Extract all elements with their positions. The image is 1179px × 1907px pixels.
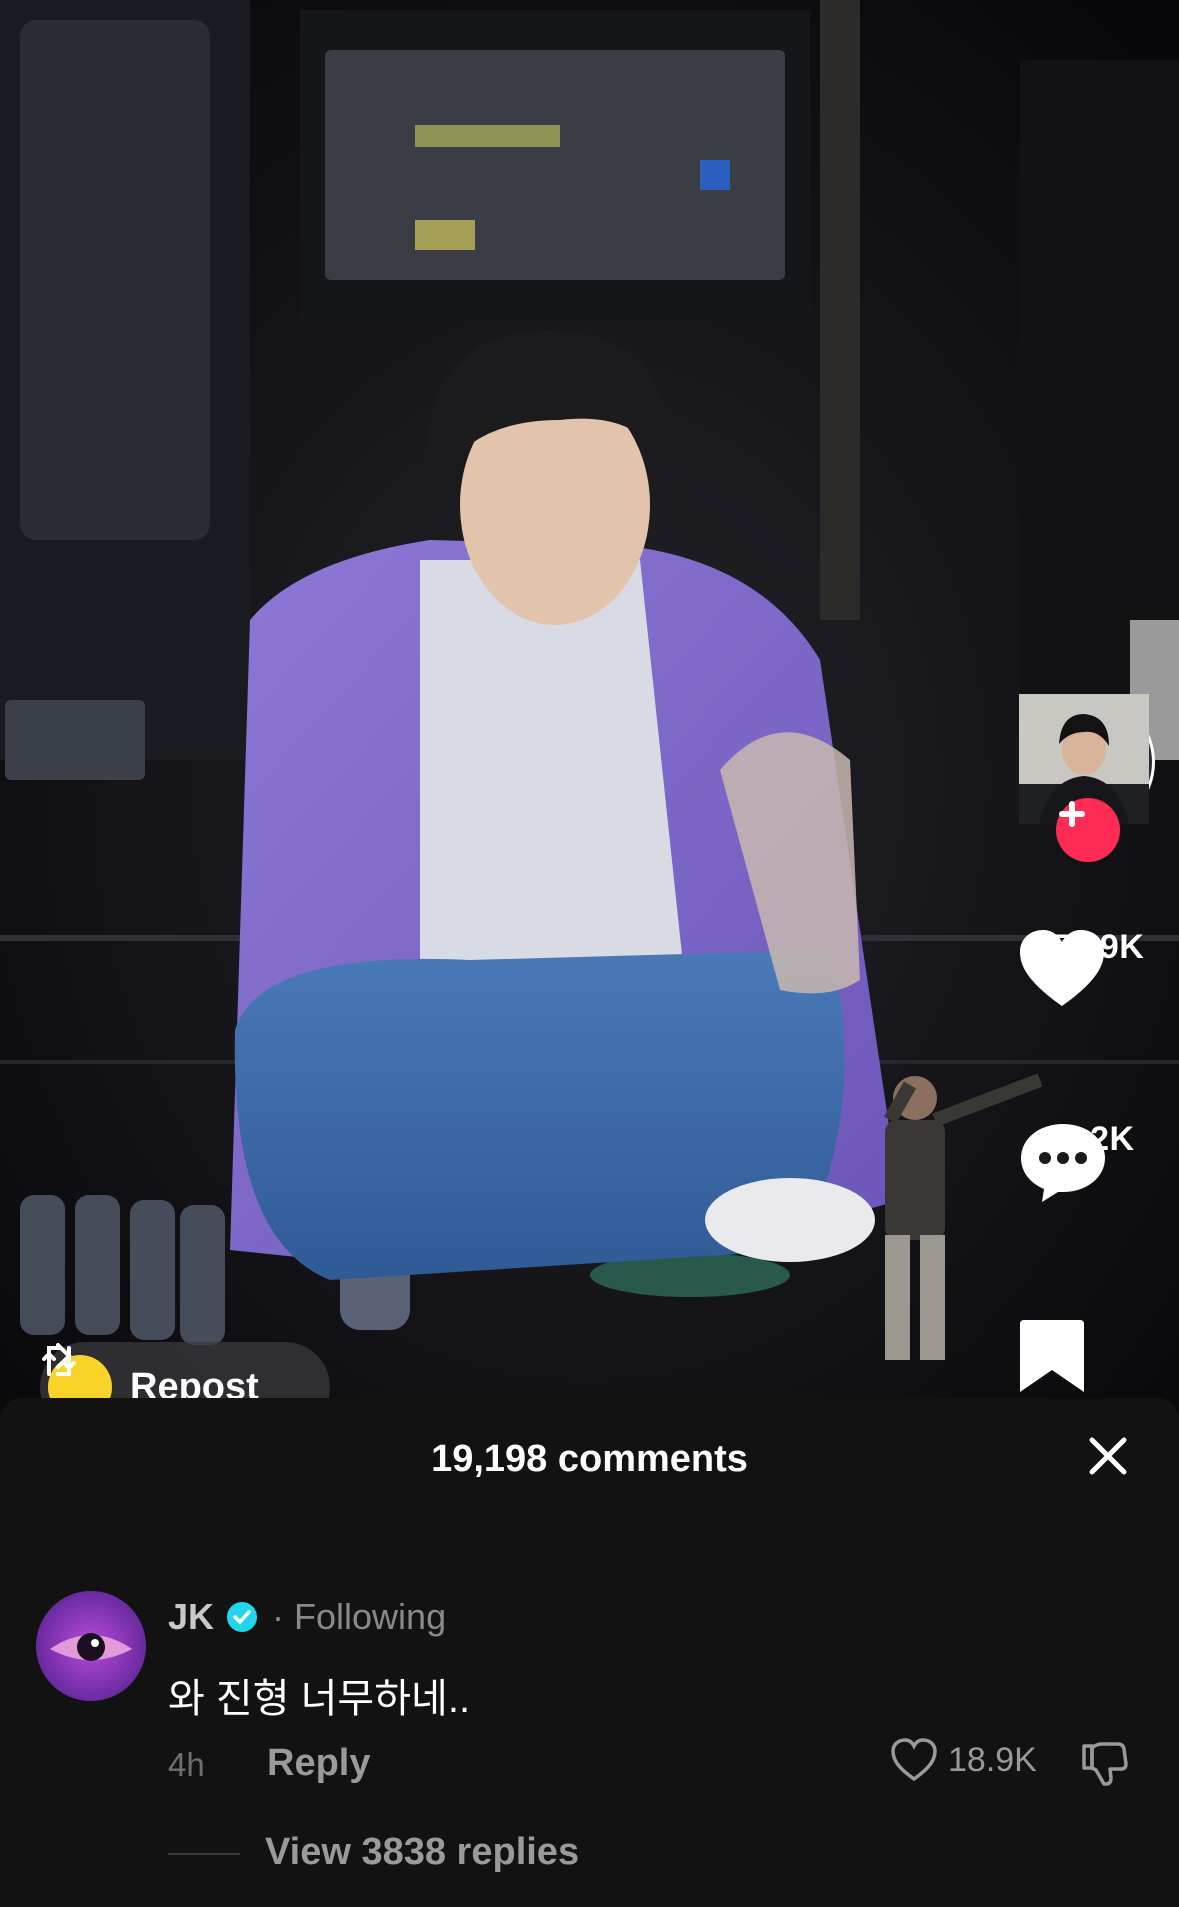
comment-like-count: 18.9K — [948, 1740, 1037, 1779]
heart-outline-icon — [891, 1738, 937, 1782]
following-label: Following — [294, 1596, 447, 1637]
chevron-right-icon — [56, 1343, 72, 1369]
verified-badge-icon — [227, 1602, 258, 1632]
comment-username[interactable]: JK — [168, 1596, 214, 1638]
bookmark-icon — [1020, 1320, 1084, 1392]
follow-plus-icon[interactable] — [1056, 798, 1120, 862]
like-button[interactable]: 857.9K — [1018, 928, 1158, 1006]
view-replies-button[interactable]: View 3838 replies — [265, 1831, 579, 1874]
close-button[interactable] — [1080, 1428, 1136, 1484]
creator-avatar-button[interactable] — [1019, 694, 1155, 862]
video-frame — [0, 0, 1179, 1420]
comment-timestamp: 4h — [168, 1746, 205, 1783]
comment-like-button[interactable]: 18.9K — [890, 1738, 1037, 1782]
comment-header: JK · Following — [168, 1596, 446, 1638]
commenter-avatar[interactable] — [36, 1591, 146, 1701]
thumbs-down-icon — [1082, 1742, 1128, 1786]
comment-text: 와 진형 너무하네.. — [168, 1677, 471, 1721]
comment-bubble-icon — [1021, 1124, 1105, 1202]
comments-sheet: 19,198 comments JK · Following 와 진형 너무하네… — [0, 1398, 1179, 1907]
close-icon — [1089, 1437, 1127, 1475]
reply-button[interactable]: Reply — [267, 1742, 370, 1785]
comments-count-title: 19,198 comments — [431, 1438, 748, 1480]
heart-icon — [1020, 930, 1104, 1006]
separator-dot: · — [272, 1596, 285, 1637]
dislike-button[interactable] — [1080, 1740, 1128, 1793]
comments-button[interactable]: 19.2K — [1018, 1120, 1158, 1202]
replies-divider — [168, 1853, 240, 1855]
video-player[interactable]: 857.9K 19.2K Repost — [0, 0, 1179, 1420]
